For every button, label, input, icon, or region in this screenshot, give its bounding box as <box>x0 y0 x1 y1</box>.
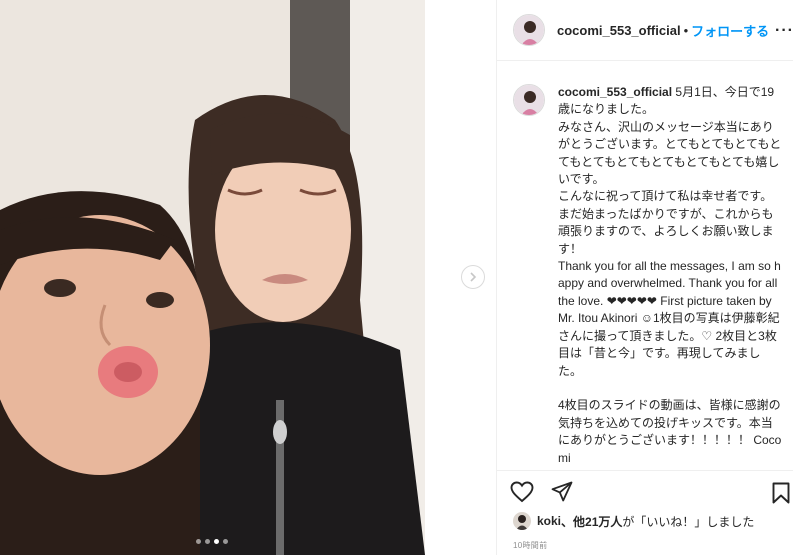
avatar-image <box>514 85 544 115</box>
post-photo[interactable] <box>0 0 425 555</box>
paper-plane-icon <box>551 481 573 502</box>
heart-icon <box>510 481 534 503</box>
carousel-dot <box>196 539 201 544</box>
caption-section: cocomi_553_official 5月1日、今日で19歳になりました。 み… <box>497 62 793 470</box>
follow-button[interactable]: フォローする <box>691 21 769 40</box>
carousel-dot-active <box>214 539 219 544</box>
caption-avatar[interactable] <box>513 84 545 116</box>
caption-body: 5月1日、今日で19歳になりました。 みなさん、沢山のメッセージ本当にありがとう… <box>558 85 782 465</box>
avatar-image <box>513 512 531 530</box>
caption-text: cocomi_553_official 5月1日、今日で19歳になりました。 み… <box>558 84 782 470</box>
save-button[interactable] <box>768 480 793 506</box>
profile-avatar[interactable] <box>513 14 545 46</box>
action-bar <box>497 470 793 514</box>
likes-count[interactable]: 、他21万人 <box>561 513 622 530</box>
bookmark-icon <box>772 482 790 504</box>
header-username[interactable]: cocomi_553_official <box>557 23 681 38</box>
avatar-image <box>514 15 544 45</box>
likes-summary: koki 、他21万人 が「いいね！」しました <box>513 512 754 530</box>
post-media <box>0 0 496 555</box>
post-side-panel: cocomi_553_official • フォローする ··· cocomi_… <box>496 0 793 555</box>
carousel-dot <box>223 539 228 544</box>
liker-username[interactable]: koki <box>537 514 561 528</box>
share-button[interactable] <box>549 479 575 505</box>
chevron-right-icon <box>470 272 477 282</box>
post-timestamp[interactable]: 10時間前 <box>513 540 547 551</box>
carousel-indicator <box>196 539 228 544</box>
next-slide-button[interactable] <box>461 265 485 289</box>
caption-username[interactable]: cocomi_553_official <box>558 85 672 99</box>
post-header: cocomi_553_official • フォローする ··· <box>497 0 793 61</box>
header-separator: • <box>683 22 689 38</box>
photo-illustration <box>0 0 425 555</box>
liker-avatar[interactable] <box>513 512 531 530</box>
like-button[interactable] <box>509 479 535 505</box>
likes-suffix: が「いいね！」しました <box>622 514 755 529</box>
more-options-icon[interactable]: ··· <box>775 22 793 40</box>
carousel-dot <box>205 539 210 544</box>
